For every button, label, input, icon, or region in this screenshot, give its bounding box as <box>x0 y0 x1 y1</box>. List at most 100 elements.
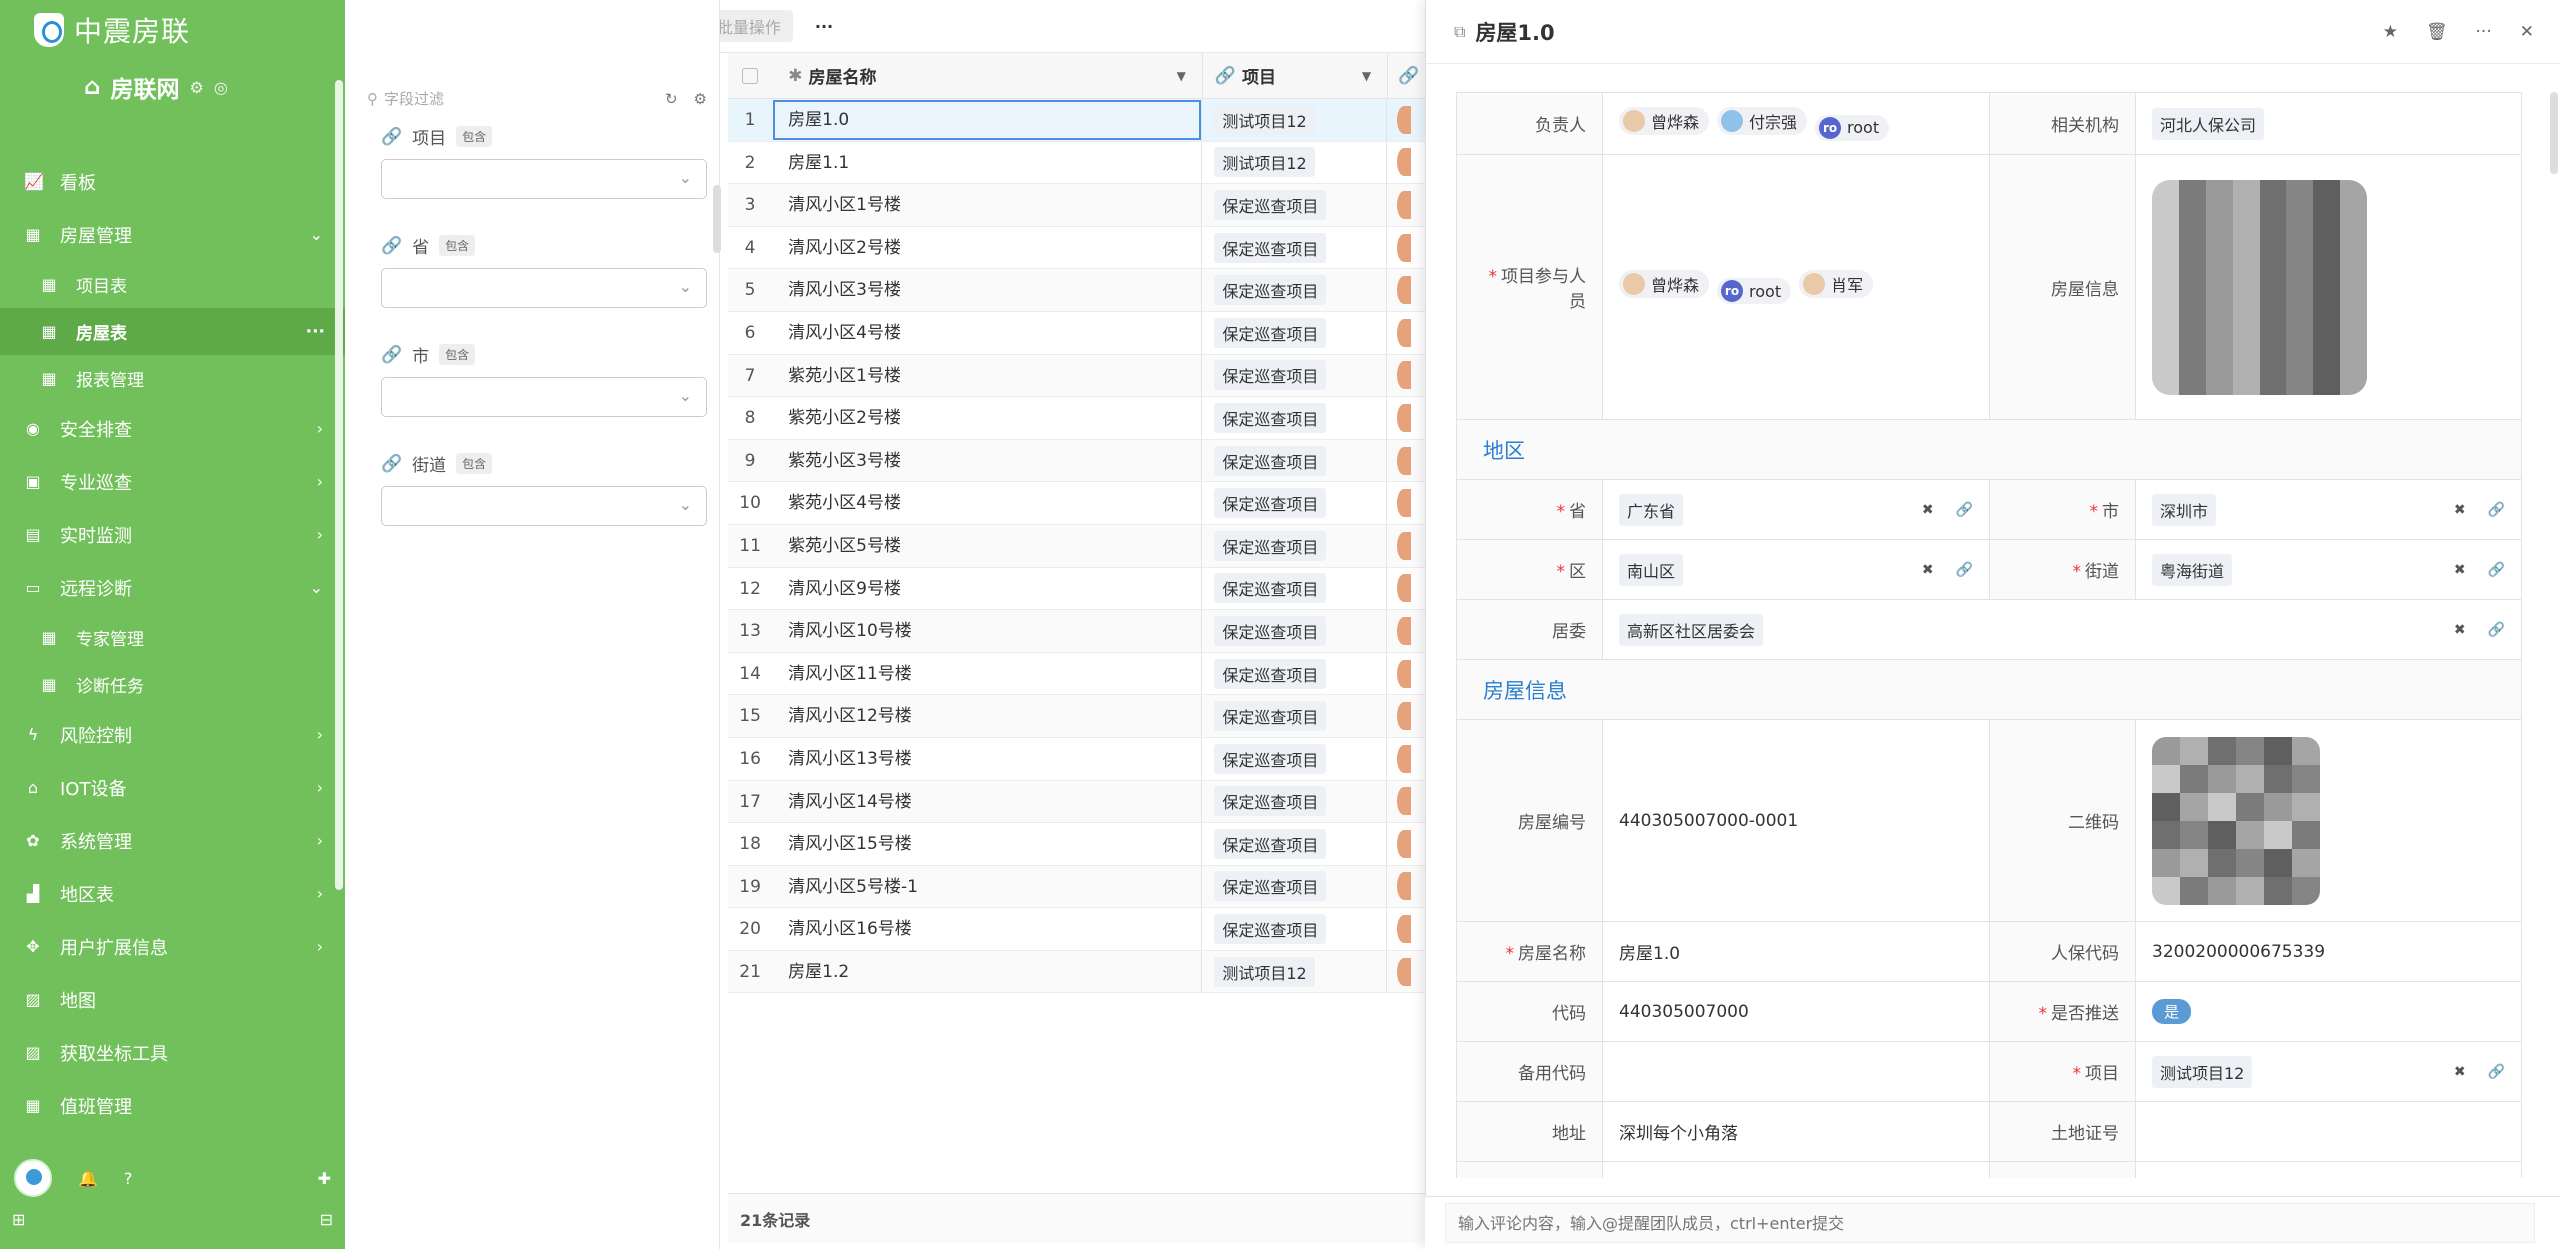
row-project-cell[interactable]: 保定巡查项目 <box>1202 226 1388 269</box>
row-project-cell[interactable]: 保定巡查项目 <box>1202 311 1388 354</box>
gear-circle-icon[interactable]: ◎ <box>214 78 228 97</box>
link-icon[interactable]: 🔗 <box>1956 562 1973 578</box>
avatar[interactable] <box>14 1159 52 1197</box>
sidebar-item-18[interactable]: ▦ 值班管理 <box>0 1079 345 1132</box>
backup-code-field[interactable] <box>1602 1041 1990 1102</box>
table-row[interactable]: 19 清风小区5号楼-1 保定巡查项目 <box>728 865 1425 909</box>
column-header-more[interactable]: 🔗 <box>1388 53 1425 98</box>
table-row[interactable]: 10 紫苑小区4号楼 保定巡查项目 <box>728 482 1425 525</box>
insurance-field[interactable]: 3200200000675339 <box>2135 921 2522 982</box>
row-project-cell[interactable]: 保定巡查项目 <box>1202 908 1388 950</box>
collapse-icon[interactable]: ⊟ <box>320 1210 333 1240</box>
land-field[interactable] <box>2135 1101 2522 1162</box>
sidebar-item-6[interactable]: ▣ 专业巡查 › <box>0 455 345 508</box>
column-header-name[interactable]: ✱ 房屋名称 ▼ <box>772 53 1203 98</box>
sidebar-item-9[interactable]: ▦ 专家管理 <box>0 614 345 661</box>
column-header-project[interactable]: 🔗 项目 ▼ <box>1203 53 1389 98</box>
table-row[interactable]: 13 清风小区10号楼 保定巡查项目 <box>728 610 1425 653</box>
sidebar-item-7[interactable]: ▤ 实时监测 › <box>0 508 345 561</box>
bell-icon[interactable]: 🔔 <box>78 1169 98 1188</box>
clear-icon[interactable]: ✖ <box>1922 502 1934 518</box>
site-switcher[interactable]: ⌂ 房联网 ⚙ ◎ <box>84 70 228 104</box>
row-name-cell[interactable]: 清风小区15号楼 <box>772 823 1203 865</box>
owner-field[interactable]: 曾烨森 付宗强 ro root <box>1602 92 1990 155</box>
clear-icon[interactable]: ✖ <box>2454 1064 2466 1080</box>
field-filter[interactable]: ⚲ 字段过滤 ↻ ⚙ <box>367 88 707 109</box>
row-project-cell[interactable]: 测试项目12 <box>1202 950 1388 993</box>
table-row[interactable]: 1 房屋1.0 测试项目12 <box>728 99 1425 142</box>
push-field[interactable]: 是 <box>2135 981 2522 1042</box>
row-project-cell[interactable]: 保定巡查项目 <box>1202 482 1388 524</box>
province-field[interactable]: 广东省 ✖ 🔗 <box>1602 479 1990 540</box>
table-row[interactable]: 8 紫苑小区2号楼 保定巡查项目 <box>728 397 1425 440</box>
row-name-cell[interactable]: 清风小区10号楼 <box>772 610 1203 652</box>
close-icon[interactable]: ✕ <box>2520 22 2534 42</box>
house-image[interactable] <box>2135 154 2522 420</box>
street-field[interactable]: 粤海街道 ✖ 🔗 <box>2135 539 2522 600</box>
copy-icon[interactable]: ⧉ <box>1454 22 1465 42</box>
more-icon[interactable]: ··· <box>2476 22 2492 42</box>
sidebar-item-4[interactable]: ▦ 报表管理 <box>0 355 345 402</box>
table-row[interactable]: 4 清风小区2号楼 保定巡查项目 <box>728 226 1425 270</box>
filter-operator[interactable]: 包含 <box>456 126 493 147</box>
project-field[interactable]: 测试项目12 ✖ 🔗 <box>2135 1041 2522 1102</box>
row-project-cell[interactable]: 保定巡查项目 <box>1202 567 1388 610</box>
more-icon[interactable]: ··· <box>306 322 325 342</box>
table-row[interactable]: 6 清风小区4号楼 保定巡查项目 <box>728 311 1425 355</box>
row-project-cell[interactable]: 保定巡查项目 <box>1202 439 1388 482</box>
clear-icon[interactable]: ✖ <box>2454 502 2466 518</box>
city-field[interactable]: 深圳市 ✖ 🔗 <box>2135 479 2522 540</box>
link-icon[interactable]: 🔗 <box>1956 502 1973 518</box>
clear-icon[interactable]: ✖ <box>2454 562 2466 578</box>
row-name-cell[interactable]: 紫苑小区3号楼 <box>772 439 1203 482</box>
row-name-cell[interactable]: 房屋1.2 <box>772 950 1203 993</box>
sidebar-item-3[interactable]: ▦ 房屋表 ··· <box>0 308 345 355</box>
sidebar-item-12[interactable]: ⌂ IOT设备 › <box>0 761 345 814</box>
row-name-cell[interactable]: 清风小区4号楼 <box>772 311 1203 354</box>
table-row[interactable]: 12 清风小区9号楼 保定巡查项目 <box>728 567 1425 611</box>
row-name-cell[interactable]: 紫苑小区5号楼 <box>772 524 1203 567</box>
brand[interactable]: 中震房联 <box>34 10 190 50</box>
table-row[interactable]: 5 清风小区3号楼 保定巡查项目 <box>728 269 1425 312</box>
filter-select[interactable]: ⌄ <box>381 377 707 417</box>
row-name-cell[interactable]: 清风小区13号楼 <box>772 737 1203 780</box>
comment-input[interactable] <box>1445 1203 2535 1243</box>
row-name-cell[interactable]: 清风小区11号楼 <box>772 652 1203 695</box>
clear-icon[interactable]: ✖ <box>1922 562 1934 578</box>
column-menu-icon[interactable]: ▼ <box>1177 69 1186 83</box>
row-name-cell[interactable]: 清风小区3号楼 <box>772 269 1203 311</box>
settings-icon[interactable]: ⚙ <box>189 78 203 97</box>
row-project-cell[interactable]: 保定巡查项目 <box>1202 823 1388 865</box>
row-name-cell[interactable]: 清风小区14号楼 <box>772 780 1203 823</box>
filter-select[interactable]: ⌄ <box>381 268 707 308</box>
row-project-cell[interactable]: 保定巡查项目 <box>1202 354 1388 397</box>
trash-icon[interactable]: 🗑 <box>2426 22 2448 42</box>
house-name-field[interactable]: 房屋1.0 <box>1602 921 1990 982</box>
sidebar-item-2[interactable]: ▦ 项目表 <box>0 261 345 308</box>
filter-select[interactable]: ⌄ <box>381 486 707 526</box>
committee-field[interactable]: 高新区社区居委会 ✖ 🔗 <box>1602 599 2522 660</box>
row-project-cell[interactable]: 保定巡查项目 <box>1202 524 1388 567</box>
row-project-cell[interactable]: 测试项目12 <box>1202 99 1388 141</box>
refresh-icon[interactable]: ↻ <box>665 90 678 108</box>
row-name-cell[interactable]: 清风小区16号楼 <box>772 908 1203 950</box>
row-name-cell[interactable]: 清风小区9号楼 <box>772 567 1203 610</box>
sidebar-item-16[interactable]: ▨ 地图 <box>0 973 345 1026</box>
house-no-field[interactable]: 440305007000-0001 <box>1602 719 1990 922</box>
district-field[interactable]: 南山区 ✖ 🔗 <box>1602 539 1990 600</box>
row-name-cell[interactable]: 紫苑小区2号楼 <box>772 397 1203 439</box>
participants-field[interactable]: 曾烨森 ro root 肖军 <box>1602 154 1990 420</box>
more-button[interactable]: ··· <box>807 17 841 36</box>
link-icon[interactable]: 🔗 <box>2488 1064 2505 1080</box>
expand-icon[interactable]: ⊞ <box>12 1210 25 1240</box>
panel-collapse-handle[interactable] <box>713 185 721 253</box>
select-all-checkbox[interactable] <box>728 53 772 98</box>
column-menu-icon[interactable]: ▼ <box>1362 69 1371 83</box>
help-icon[interactable]: ? <box>124 1169 133 1188</box>
table-row[interactable]: 14 清风小区11号楼 保定巡查项目 <box>728 652 1425 696</box>
detail-scrollbar[interactable] <box>2550 92 2558 174</box>
row-name-cell[interactable]: 清风小区5号楼-1 <box>772 865 1203 908</box>
sidebar-item-10[interactable]: ▦ 诊断任务 <box>0 661 345 708</box>
table-row[interactable]: 3 清风小区1号楼 保定巡查项目 <box>728 184 1425 227</box>
house-image-thumbnail[interactable] <box>2152 179 2367 395</box>
